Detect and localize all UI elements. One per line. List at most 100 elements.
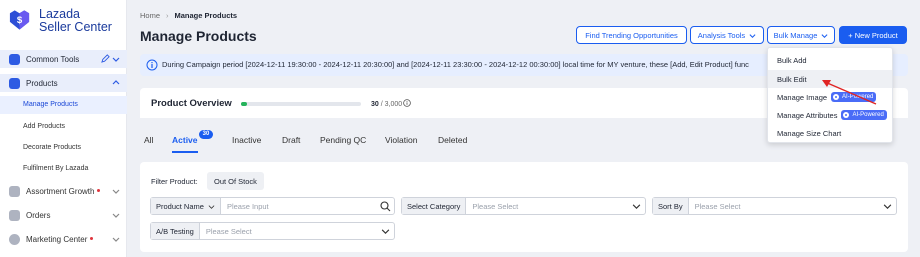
menu-item-manage-size-chart[interactable]: Manage Size Chart <box>768 124 892 142</box>
ai-powered-badge: AI-Powered <box>841 110 887 120</box>
lazada-heart-icon: $ <box>9 10 30 30</box>
sidebar-item-orders[interactable]: Orders <box>0 206 127 224</box>
tab-draft[interactable]: Draft <box>282 135 300 145</box>
notification-dot <box>97 188 101 192</box>
ab-testing-select[interactable]: A/B Testing Please Select <box>150 222 395 240</box>
notification-dot <box>90 236 94 240</box>
edit-pencil-icon[interactable] <box>101 54 110 63</box>
tab-deleted[interactable]: Deleted <box>438 135 467 145</box>
sidebar: $ Lazada Seller Center Common Tools Prod… <box>0 0 127 257</box>
menu-item-label: Manage Image <box>777 92 828 102</box>
ab-testing-value: Please Select <box>205 226 252 236</box>
menu-item-label: Bulk Add <box>777 55 807 65</box>
lazada-logo[interactable]: $ Lazada Seller Center <box>8 8 112 34</box>
chevron-up-icon[interactable] <box>112 79 120 87</box>
bulk-manage-button[interactable]: Bulk Manage <box>767 26 835 44</box>
menu-item-label: Manage Size Chart <box>777 128 842 138</box>
sidebar-item-common-tools[interactable]: Common Tools <box>0 50 127 68</box>
new-product-button[interactable]: + New Product <box>839 26 907 44</box>
sidebar-item-assortment-growth[interactable]: Assortment Growth <box>0 182 127 200</box>
menu-item-label: Bulk Edit <box>777 74 807 84</box>
out-of-stock-chip[interactable]: Out Of Stock <box>207 172 264 190</box>
sidebar-subitem-label: Add Products <box>23 123 66 130</box>
sidebar-item-marketing-center[interactable]: Marketing Center <box>0 230 127 248</box>
menu-item-bulk-edit[interactable]: Bulk Edit <box>768 70 892 88</box>
sidebar-item-label: Assortment Growth <box>26 186 95 196</box>
sidebar-subitem-decorate-products[interactable]: Decorate Products <box>0 139 127 157</box>
info-circle-icon[interactable] <box>403 99 411 107</box>
product-count: 30 / 3,000 <box>371 99 411 108</box>
sidebar-item-label: Common Tools <box>26 54 80 64</box>
sort-value: Please Select <box>694 201 741 211</box>
category-value: Please Select <box>472 201 519 211</box>
chevron-down-icon[interactable] <box>112 55 120 63</box>
breadcrumb-separator: › <box>166 11 169 20</box>
chevron-down-icon[interactable] <box>112 235 120 243</box>
breadcrumb-home[interactable]: Home <box>140 11 160 20</box>
product-count-total: / 3,000 <box>380 101 403 108</box>
chevron-down-icon <box>381 228 389 234</box>
marketing-icon <box>9 233 20 245</box>
chevron-down-icon <box>883 203 891 209</box>
active-tab-indicator <box>172 151 198 153</box>
sidebar-subitem-label: Decorate Products <box>23 144 81 151</box>
toolbox-icon <box>9 53 20 65</box>
breadcrumb-current: Manage Products <box>174 11 238 20</box>
tab-pending-qc[interactable]: Pending QC <box>320 135 366 145</box>
field-label: Select Category <box>402 198 467 214</box>
sidebar-item-label: Products <box>26 78 58 88</box>
chevron-down-icon <box>632 203 640 209</box>
tab-all[interactable]: All <box>144 135 153 145</box>
menu-item-label: Manage Attributes <box>777 110 838 120</box>
ai-icon <box>843 112 850 118</box>
tab-active[interactable]: Active <box>172 135 198 145</box>
sidebar-subitem-fulfilment[interactable]: Fulfilment By Lazada <box>0 160 127 178</box>
sidebar-item-label: Marketing Center <box>26 234 88 244</box>
button-label: + New Product <box>848 30 898 40</box>
overview-title: Product Overview <box>151 98 232 109</box>
active-count-badge: 30 <box>199 130 213 139</box>
tab-violation[interactable]: Violation <box>385 135 417 145</box>
field-label: Product Name <box>156 201 204 211</box>
tab-inactive[interactable]: Inactive <box>232 135 261 145</box>
sidebar-subitem-manage-products[interactable]: Manage Products <box>0 96 127 114</box>
filter-panel: Filter Product: Out Of Stock Product Nam… <box>140 162 908 252</box>
chevron-down-icon[interactable] <box>112 211 120 219</box>
find-trending-button[interactable]: Find Trending Opportunities <box>576 26 687 44</box>
product-name-select[interactable]: Product Name <box>151 198 221 214</box>
notice-text: During Campaign period [2024-12-11 19:30… <box>162 60 749 69</box>
menu-item-bulk-add[interactable]: Bulk Add <box>768 51 892 69</box>
badge-label: AI-Powered <box>852 112 884 118</box>
chevron-down-icon <box>749 33 756 38</box>
chevron-down-icon <box>208 204 215 209</box>
sidebar-subitem-add-products[interactable]: Add Products <box>0 118 127 136</box>
info-icon <box>146 59 158 71</box>
sidebar-subitem-label: Fulfilment By Lazada <box>23 165 89 172</box>
button-label: Analysis Tools <box>697 30 746 40</box>
sidebar-item-label: Orders <box>26 210 51 220</box>
button-label: Find Trending Opportunities <box>585 30 678 40</box>
bulk-manage-dropdown: Bulk Add Bulk Edit Manage Image AI-Powere… <box>767 47 893 143</box>
analysis-tools-button[interactable]: Analysis Tools <box>690 26 764 44</box>
category-select[interactable]: Select Category Please Select <box>401 197 646 215</box>
product-name-input[interactable]: Please Input <box>221 198 376 214</box>
products-box-icon <box>9 77 20 89</box>
orders-icon <box>9 209 20 221</box>
sidebar-item-products[interactable]: Products <box>0 74 127 92</box>
button-label: Bulk Manage <box>773 30 818 40</box>
search-icon[interactable] <box>379 200 391 212</box>
ai-powered-badge: AI-Powered <box>831 92 877 102</box>
sidebar-subitem-label: Manage Products <box>23 101 78 108</box>
brand-subtitle: Seller Center <box>39 20 112 34</box>
breadcrumb: Home › Manage Products <box>140 11 237 20</box>
product-count-value: 30 <box>371 101 379 108</box>
badge-label: AI-Powered <box>842 94 874 100</box>
progress-fill <box>241 102 247 106</box>
sort-by-select[interactable]: Sort By Please Select <box>652 197 897 215</box>
product-quota-progress-bar <box>241 102 361 106</box>
ai-icon <box>833 94 840 100</box>
menu-item-manage-image[interactable]: Manage Image AI-Powered <box>768 88 892 106</box>
field-label: Sort By <box>653 198 689 214</box>
menu-item-manage-attributes[interactable]: Manage Attributes AI-Powered <box>768 106 892 124</box>
chevron-down-icon[interactable] <box>112 187 120 195</box>
